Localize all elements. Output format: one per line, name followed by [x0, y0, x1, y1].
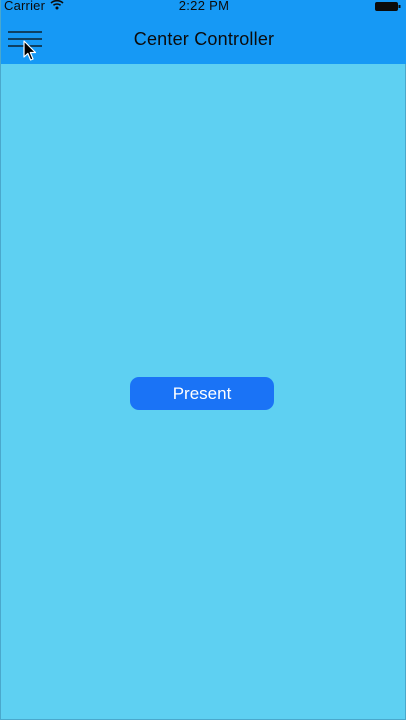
navigation-bar: Center Controller [1, 14, 406, 64]
app-screen: Carrier 2:22 PM Center Controller Presen… [0, 0, 406, 720]
top-bar: Carrier 2:22 PM Center Controller [1, 0, 406, 64]
page-title: Center Controller [133, 29, 275, 49]
battery-icon [375, 0, 401, 15]
mouse-pointer-icon [23, 40, 37, 62]
status-time: 2:22 PM [178, 0, 230, 13]
status-bar: Carrier 2:22 PM [1, 0, 406, 14]
present-button[interactable]: Present [130, 377, 274, 410]
